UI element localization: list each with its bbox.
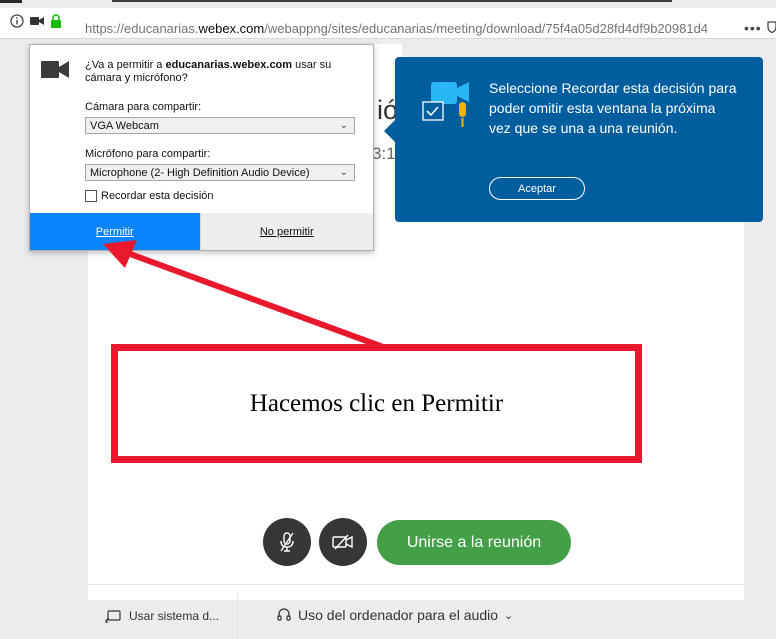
camera-off-icon xyxy=(332,534,353,550)
audio-option-label: Uso del ordenador para el audio xyxy=(298,607,499,623)
annotation-callout: Hacemos clic en Permitir xyxy=(111,344,642,463)
footer-column-divider xyxy=(237,593,238,639)
microphone-muted-icon xyxy=(280,532,294,552)
use-system-label: Usar sistema d... xyxy=(129,609,220,623)
headset-icon xyxy=(277,608,291,621)
cast-icon xyxy=(105,609,121,623)
callout-text: Hacemos clic en Permitir xyxy=(249,389,504,417)
join-meeting-button[interactable]: Unirse a la reunión xyxy=(377,520,571,565)
video-button[interactable] xyxy=(319,518,367,566)
use-system-option[interactable]: Usar sistema d... xyxy=(105,609,219,623)
mute-button[interactable] xyxy=(263,518,311,566)
chevron-down-icon: ⌄ xyxy=(504,609,514,622)
audio-option-dropdown[interactable]: Uso del ordenador para el audio ⌄ xyxy=(276,607,513,623)
footer-divider xyxy=(88,584,744,585)
